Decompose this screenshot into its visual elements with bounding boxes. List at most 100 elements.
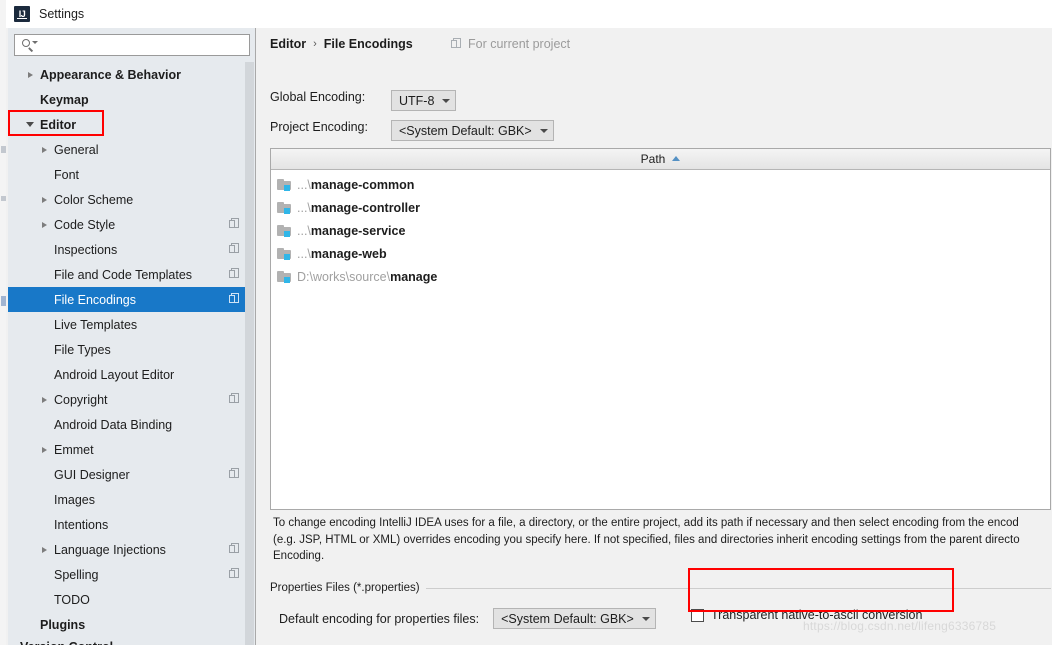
table-row[interactable]: ...\ manage-controller <box>271 196 1050 219</box>
default-properties-encoding-select[interactable]: <System Default: GBK> <box>493 608 656 629</box>
path-name: manage-web <box>310 246 387 261</box>
default-properties-encoding-row: Default encoding for properties files: <… <box>279 608 656 629</box>
path-name: manage-common <box>310 177 415 192</box>
sidebar-item-color-scheme[interactable]: Color Scheme <box>8 187 254 212</box>
sidebar-item-general[interactable]: General <box>8 137 254 162</box>
sidebar-item-file-types[interactable]: File Types <box>8 337 254 362</box>
for-current-project-text: For current project <box>468 37 571 51</box>
sidebar-item-label: Appearance & Behavior <box>40 67 182 82</box>
project-encoding-row: Project Encoding: <System Default: GBK> <box>270 120 554 141</box>
sidebar-item-label: Copyright <box>54 392 108 407</box>
folder-icon <box>277 270 293 284</box>
path-prefix: ...\ <box>297 246 311 261</box>
chevron-right-icon <box>36 396 52 403</box>
search-icon <box>22 39 38 53</box>
sidebar-item-file-and-code-templates[interactable]: File and Code Templates <box>8 262 254 287</box>
sort-ascending-icon <box>672 156 681 161</box>
sidebar-scrollbar[interactable] <box>245 62 254 645</box>
copy-icon <box>229 243 240 255</box>
sidebar-item-editor[interactable]: Editor <box>8 112 254 137</box>
sidebar-item-label: General <box>54 142 99 157</box>
sidebar-item-label: File and Code Templates <box>54 267 193 282</box>
chevron-right-icon <box>36 196 52 203</box>
copy-icon <box>229 218 240 230</box>
settings-sidebar: Appearance & Behavior Keymap Editor General… <box>8 28 256 645</box>
settings-tree: Appearance & Behavior Keymap Editor General… <box>8 62 254 645</box>
column-header-label: Path <box>640 152 666 166</box>
sidebar-item-label: Language Injections <box>54 542 166 557</box>
sidebar-item-label: Code Style <box>54 217 116 232</box>
sidebar-item-label: Color Scheme <box>54 192 134 207</box>
sidebar-item-code-style[interactable]: Code Style <box>8 212 254 237</box>
sidebar-item-todo[interactable]: TODO <box>8 587 254 612</box>
sidebar-item-label: File Encodings <box>54 292 136 307</box>
sidebar-item-emmet[interactable]: Emmet <box>8 437 254 462</box>
copy-icon <box>229 393 240 405</box>
table-row[interactable]: ...\ manage-common <box>271 173 1050 196</box>
sidebar-item-spelling[interactable]: Spelling <box>8 562 254 587</box>
sidebar-item-label: Images <box>54 492 95 507</box>
copy-icon <box>229 293 240 305</box>
sidebar-item-label: GUI Designer <box>54 467 130 482</box>
sidebar-item-language-injections[interactable]: Language Injections <box>8 537 254 562</box>
for-current-project-label: For current project <box>451 37 570 51</box>
sidebar-item-label: Android Data Binding <box>54 417 173 432</box>
sidebar-item-label: Android Layout Editor <box>54 367 175 382</box>
copy-icon <box>451 38 462 50</box>
sidebar-item-live-templates[interactable]: Live Templates <box>8 312 254 337</box>
sidebar-item-intentions[interactable]: Intentions <box>8 512 254 537</box>
settings-window: IJ Settings Appearance & Behavior Keymap E… <box>6 0 1052 645</box>
chevron-down-icon <box>539 128 548 133</box>
folder-icon <box>277 224 293 238</box>
intellij-idea-icon: IJ <box>14 6 30 22</box>
sidebar-item-label: Emmet <box>54 442 94 457</box>
folder-icon <box>277 247 293 261</box>
global-encoding-select[interactable]: UTF-8 <box>391 90 457 111</box>
table-row[interactable]: D:\works\source\ manage <box>271 265 1050 288</box>
path-prefix: ...\ <box>297 200 311 215</box>
table-row[interactable]: ...\ manage-web <box>271 242 1050 265</box>
breadcrumb-separator: › <box>313 38 317 50</box>
search-input[interactable] <box>14 34 250 56</box>
sidebar-item-android-data-binding[interactable]: Android Data Binding <box>8 412 254 437</box>
description-text: To change encoding IntelliJ IDEA uses fo… <box>273 517 1020 562</box>
sidebar-item-gui-designer[interactable]: GUI Designer <box>8 462 254 487</box>
global-encoding-value: UTF-8 <box>399 93 435 108</box>
properties-files-group-title: Properties Files (*.properties) <box>270 582 420 594</box>
chevron-right-icon <box>36 221 52 228</box>
sidebar-item-label: Live Templates <box>54 317 138 332</box>
sidebar-item-copyright[interactable]: Copyright <box>8 387 254 412</box>
sidebar-item-appearance-behavior[interactable]: Appearance & Behavior <box>8 62 254 87</box>
sidebar-item-plugins[interactable]: Plugins <box>8 612 254 637</box>
path-name: manage-service <box>310 223 406 238</box>
watermark: https://blog.csdn.net/lifeng6336785 <box>803 619 997 633</box>
transparent-conversion-checkbox[interactable] <box>691 608 704 622</box>
sidebar-item-android-layout-editor[interactable]: Android Layout Editor <box>8 362 254 387</box>
window-title: Settings <box>39 7 85 21</box>
chevron-down-icon <box>641 616 650 621</box>
breadcrumb-parent[interactable]: Editor <box>270 37 306 51</box>
path-prefix: ...\ <box>297 177 311 192</box>
table-body: ...\ manage-common ...\ manage-controller..… <box>271 170 1050 288</box>
copy-icon <box>229 543 240 555</box>
sidebar-item-images[interactable]: Images <box>8 487 254 512</box>
copy-icon <box>229 568 240 580</box>
folder-icon <box>277 178 293 192</box>
sidebar-item-font[interactable]: Font <box>8 162 254 187</box>
sidebar-item-version-control-partial[interactable]: Version Control <box>20 640 113 645</box>
sidebar-item-keymap[interactable]: Keymap <box>8 87 254 112</box>
sidebar-item-label: Keymap <box>40 92 89 107</box>
sidebar-item-file-encodings[interactable]: File Encodings <box>8 287 254 312</box>
table-header-path[interactable]: Path <box>271 149 1050 170</box>
copy-icon <box>229 268 240 280</box>
project-encoding-value: <System Default: GBK> <box>399 123 532 138</box>
sidebar-item-inspections[interactable]: Inspections <box>8 237 254 262</box>
table-row[interactable]: ...\ manage-service <box>271 219 1050 242</box>
path-name: manage <box>390 269 438 284</box>
breadcrumb: Editor › File Encodings <box>270 37 413 51</box>
project-encoding-select[interactable]: <System Default: GBK> <box>391 120 554 141</box>
breadcrumb-current: File Encodings <box>323 37 413 51</box>
chevron-down-icon <box>442 98 451 103</box>
chevron-right-icon <box>36 146 52 153</box>
sidebar-item-label: Font <box>54 167 80 182</box>
